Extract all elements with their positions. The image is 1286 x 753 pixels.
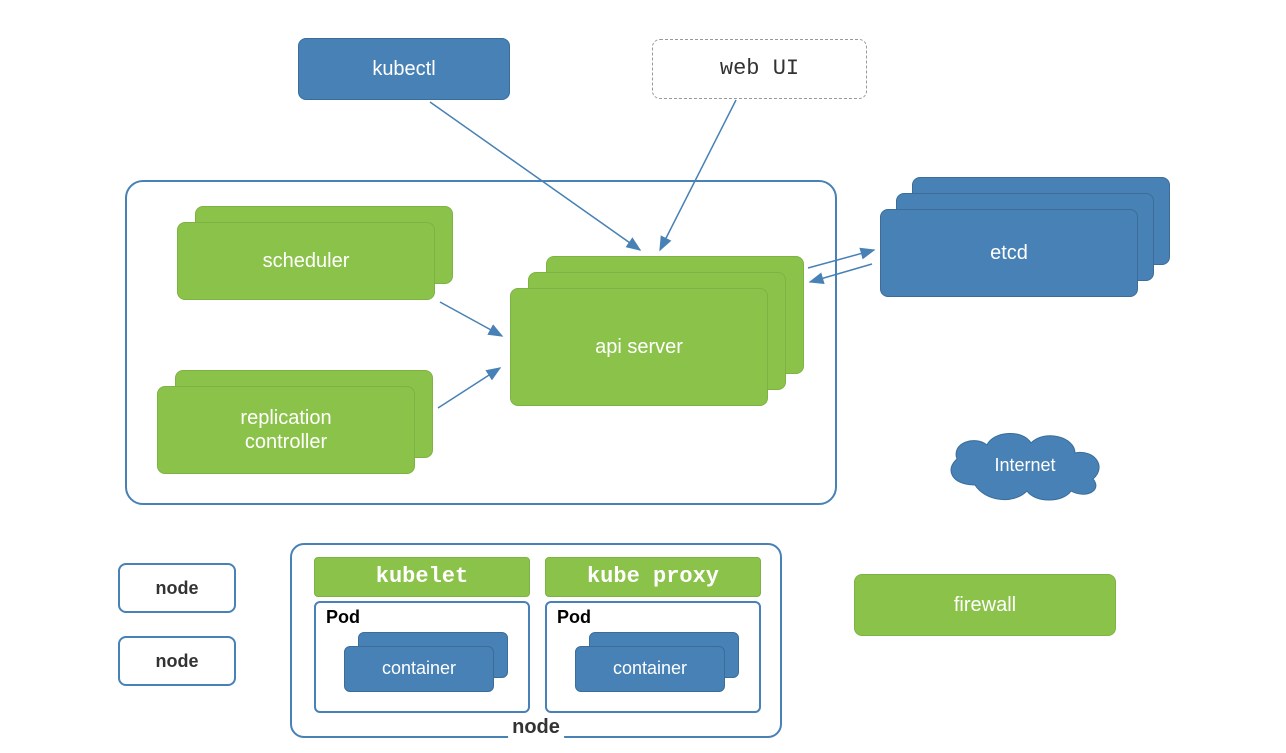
webui-box: web UI xyxy=(652,39,867,99)
internet-label: Internet xyxy=(935,455,1115,476)
node-small-2-label: node xyxy=(156,651,199,672)
apiserver-label: api server xyxy=(595,335,683,359)
pod-2-label: Pod xyxy=(557,607,591,628)
container-1-box: container xyxy=(344,646,494,692)
scheduler-box: scheduler xyxy=(177,222,435,300)
node-small-2: node xyxy=(118,636,236,686)
webui-label: web UI xyxy=(720,56,799,82)
kube-proxy-label: kube proxy xyxy=(587,564,719,590)
pod-1-label: Pod xyxy=(326,607,360,628)
node-small-1-label: node xyxy=(156,578,199,599)
kubelet-box: kubelet xyxy=(314,557,530,597)
kube-proxy-box: kube proxy xyxy=(545,557,761,597)
node-small-1: node xyxy=(118,563,236,613)
kubelet-label: kubelet xyxy=(376,564,468,590)
container-2-box: container xyxy=(575,646,725,692)
container-2-label: container xyxy=(613,658,687,680)
kubectl-label: kubectl xyxy=(372,57,435,81)
node-big-label: node xyxy=(508,716,564,739)
apiserver-box: api server xyxy=(510,288,768,406)
repl-ctrl-label: replication controller xyxy=(240,406,331,454)
scheduler-label: scheduler xyxy=(263,249,350,273)
internet-cloud: Internet xyxy=(935,425,1115,505)
etcd-box: etcd xyxy=(880,209,1138,297)
firewall-label: firewall xyxy=(954,593,1016,617)
repl-ctrl-box: replication controller xyxy=(157,386,415,474)
etcd-label: etcd xyxy=(990,241,1028,265)
firewall-box: firewall xyxy=(854,574,1116,636)
kubectl-box: kubectl xyxy=(298,38,510,100)
container-1-label: container xyxy=(382,658,456,680)
